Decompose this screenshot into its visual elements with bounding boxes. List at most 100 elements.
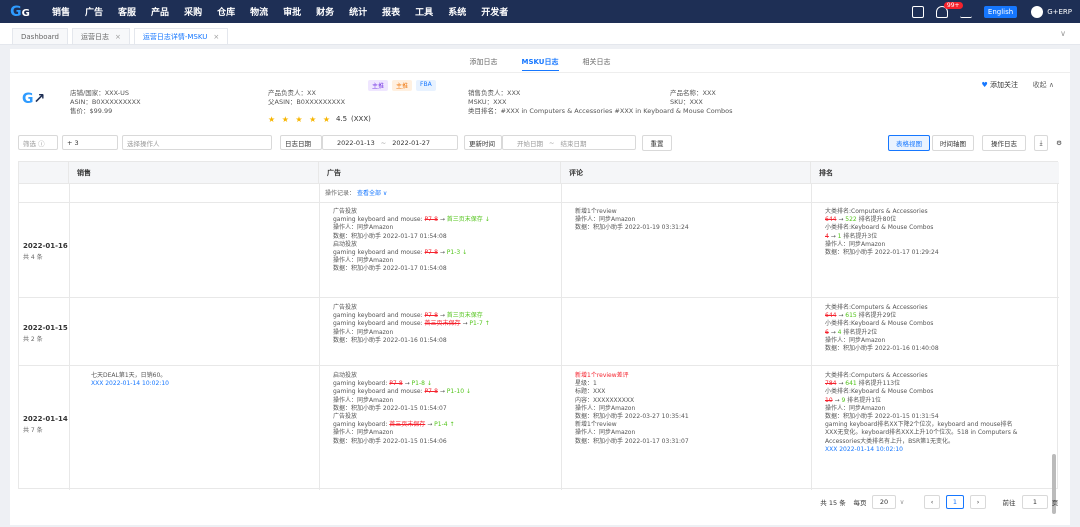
timeline-view-button[interactable]: 时间轴图 <box>932 135 974 151</box>
nav-item[interactable]: 报表 <box>382 5 400 18</box>
page-size-select[interactable]: 20 <box>872 495 896 509</box>
tab-add-log[interactable]: 添加日志 <box>470 57 498 71</box>
filter-label[interactable]: 筛选 ⓘ <box>18 135 58 150</box>
nav-item[interactable]: 广告 <box>85 5 103 18</box>
nav-item[interactable]: 财务 <box>316 5 334 18</box>
ad-filter[interactable]: 操作记录： 查看全部 ∨ <box>325 188 387 197</box>
nav-item[interactable]: 物流 <box>250 5 268 18</box>
tab-operation-log[interactable]: 运营日志 × <box>71 28 130 44</box>
log-text: 数据：积加小助手 2022-01-15 01:54:06 <box>333 437 447 445</box>
tag-badge: 主推 <box>392 80 413 91</box>
log-text: 小类排名:Keyboard & Mouse Combos <box>825 320 934 328</box>
document-icon[interactable] <box>911 5 924 18</box>
column-header-rank: 排名 <box>811 162 1059 184</box>
nav-item[interactable]: 仓库 <box>217 5 235 18</box>
nav-item[interactable]: 销售 <box>52 5 70 18</box>
row-divider <box>19 365 1059 366</box>
tab-dashboard[interactable]: Dashboard <box>12 28 68 44</box>
download-icon[interactable]: ⤓ <box>1034 135 1048 151</box>
tab-msku-log[interactable]: MSKU日志 <box>521 57 559 71</box>
company-name[interactable]: G+ERP <box>1047 8 1072 16</box>
next-page-button[interactable]: › <box>970 495 986 509</box>
tab-msku-detail[interactable]: 运营日志详情-MSKU × <box>133 28 229 44</box>
log-value: P7-8 <box>424 216 438 224</box>
follow-button[interactable]: ♥ 添加关注 <box>981 80 1018 90</box>
page-unit: 页 <box>1051 499 1059 507</box>
date-type-select[interactable]: 日志日期 <box>280 135 322 150</box>
update-time-label[interactable]: 更新时间 <box>464 135 502 150</box>
close-icon[interactable]: × <box>213 33 219 41</box>
update-range-input[interactable]: 开始日期 ~ 结束日期 <box>502 135 636 150</box>
date-range-input[interactable]: 2022-01-13 ~2022-01-27 <box>322 135 458 150</box>
nav-item[interactable]: 统计 <box>349 5 367 18</box>
divider <box>10 72 1070 73</box>
log-text: → <box>437 249 447 257</box>
log-line: XXX无变化。keyboard排名XXX上升10个位次。518 in Compu… <box>825 429 1017 437</box>
row-date: 2022-01-15 <box>23 324 68 332</box>
gear-icon[interactable]: ⚙ <box>1052 135 1066 151</box>
main-nav: 销售 广告 客服 产品 采购 仓库 物流 审批 财务 统计 报表 工具 系统 开发者 <box>52 5 523 18</box>
bell-icon[interactable]: 99+ <box>935 1 963 18</box>
rating-count: (XXX) <box>351 115 371 123</box>
select-value: 日志日期 <box>285 139 311 148</box>
log-value: P1-10 ↓ <box>446 388 471 396</box>
avatar[interactable] <box>1031 5 1044 18</box>
log-text: 排名提升1位 <box>845 396 882 404</box>
nav-item[interactable]: 客服 <box>118 5 136 18</box>
page-1-button[interactable]: 1 <box>946 495 964 509</box>
review-log: 新增1个review差评 星级：1 标题：XXX 内容：XXXXXXXXXX 操作人：同… <box>575 372 689 446</box>
nav-item[interactable]: 工具 <box>415 5 433 18</box>
log-subtabs: 添加日志 MSKU日志 相关日志 <box>10 57 1070 71</box>
operator-select[interactable]: 选择操作人 <box>122 135 272 150</box>
goto-page-input[interactable]: 1 <box>1022 495 1048 509</box>
table-view-button[interactable]: 表格视图 <box>888 135 930 151</box>
close-icon[interactable]: × <box>115 33 121 41</box>
page-size-label: 每页 <box>853 499 867 507</box>
log-text: 内容：XXXXXXXXXX <box>575 396 635 404</box>
sales-log: 七天DEAL第1天，日销60。 XXX 2022-01-14 10:02:10 <box>91 372 169 388</box>
row-date: 2022-01-14 <box>23 415 68 423</box>
log-text: → <box>836 312 846 320</box>
log-text: 数据：积加小助手 2022-01-17 01:54:08 <box>333 232 447 240</box>
tag-badge: FBA <box>416 80 436 91</box>
tab-label: 运营日志详情-MSKU <box>142 32 208 41</box>
chevron-down-icon[interactable]: ∨ <box>1060 29 1066 38</box>
log-text: 数据：积加小助手 2022-01-16 01:54:08 <box>333 336 447 344</box>
log-line: 10 → 9 排名提升1位 <box>825 397 1017 405</box>
row-divider <box>19 297 1059 298</box>
view-all-link: 查看全部 ∨ <box>356 190 388 197</box>
collapse-button[interactable]: 收起 ∧ <box>1033 80 1054 90</box>
nav-item[interactable]: 系统 <box>448 5 466 18</box>
app-logo[interactable]: GG <box>0 0 40 23</box>
log-text: 标题：XXX <box>575 388 606 396</box>
operation-log-button[interactable]: 操作日志 <box>982 135 1026 151</box>
log-line: 广告投放 <box>333 208 490 216</box>
date-separator: ~ <box>549 138 555 147</box>
log-line: 操作人：同步Amazon <box>575 429 689 437</box>
log-text: 操作人：同步Amazon <box>333 224 394 232</box>
download-icon[interactable] <box>959 6 972 18</box>
log-value: P7-8 <box>424 312 438 320</box>
nav-item[interactable]: 审批 <box>283 5 301 18</box>
nav-item[interactable]: 开发者 <box>481 5 508 18</box>
nav-item[interactable]: 采购 <box>184 5 202 18</box>
log-line: gaming keyboard: P7-8 → P1-8 ↓ <box>333 380 471 388</box>
log-line: 操作人：同步Amazon <box>333 329 490 337</box>
rank-log: 大类排名:Computers & Accessories 644 → 615 排名… <box>825 304 939 353</box>
log-value: 首三页末保存 <box>389 421 426 429</box>
log-text: 数据：积加小助手 2022-03-27 10:35:41 <box>575 413 689 421</box>
log-text: 操作人：同步Amazon <box>333 396 394 404</box>
prev-page-button[interactable]: ‹ <box>924 495 940 509</box>
language-button[interactable]: English <box>983 5 1018 18</box>
log-text: gaming keyboard and mouse: <box>333 312 425 320</box>
tab-related-log[interactable]: 相关日志 <box>583 57 611 71</box>
log-line: 启动投放 <box>333 372 471 380</box>
nav-item[interactable]: 产品 <box>151 5 169 18</box>
reset-button[interactable]: 重置 <box>642 135 672 151</box>
log-text: 数据：积加小助手 2022-01-15 01:31:54 <box>825 413 939 421</box>
log-line: 6 → 4 排名提升2位 <box>825 329 939 337</box>
log-value: 641 <box>845 380 857 388</box>
group-select[interactable]: + 3 <box>62 135 118 150</box>
log-value: 首三页末保存 ↓ <box>446 216 490 224</box>
log-text: 启动投放 <box>333 240 358 248</box>
